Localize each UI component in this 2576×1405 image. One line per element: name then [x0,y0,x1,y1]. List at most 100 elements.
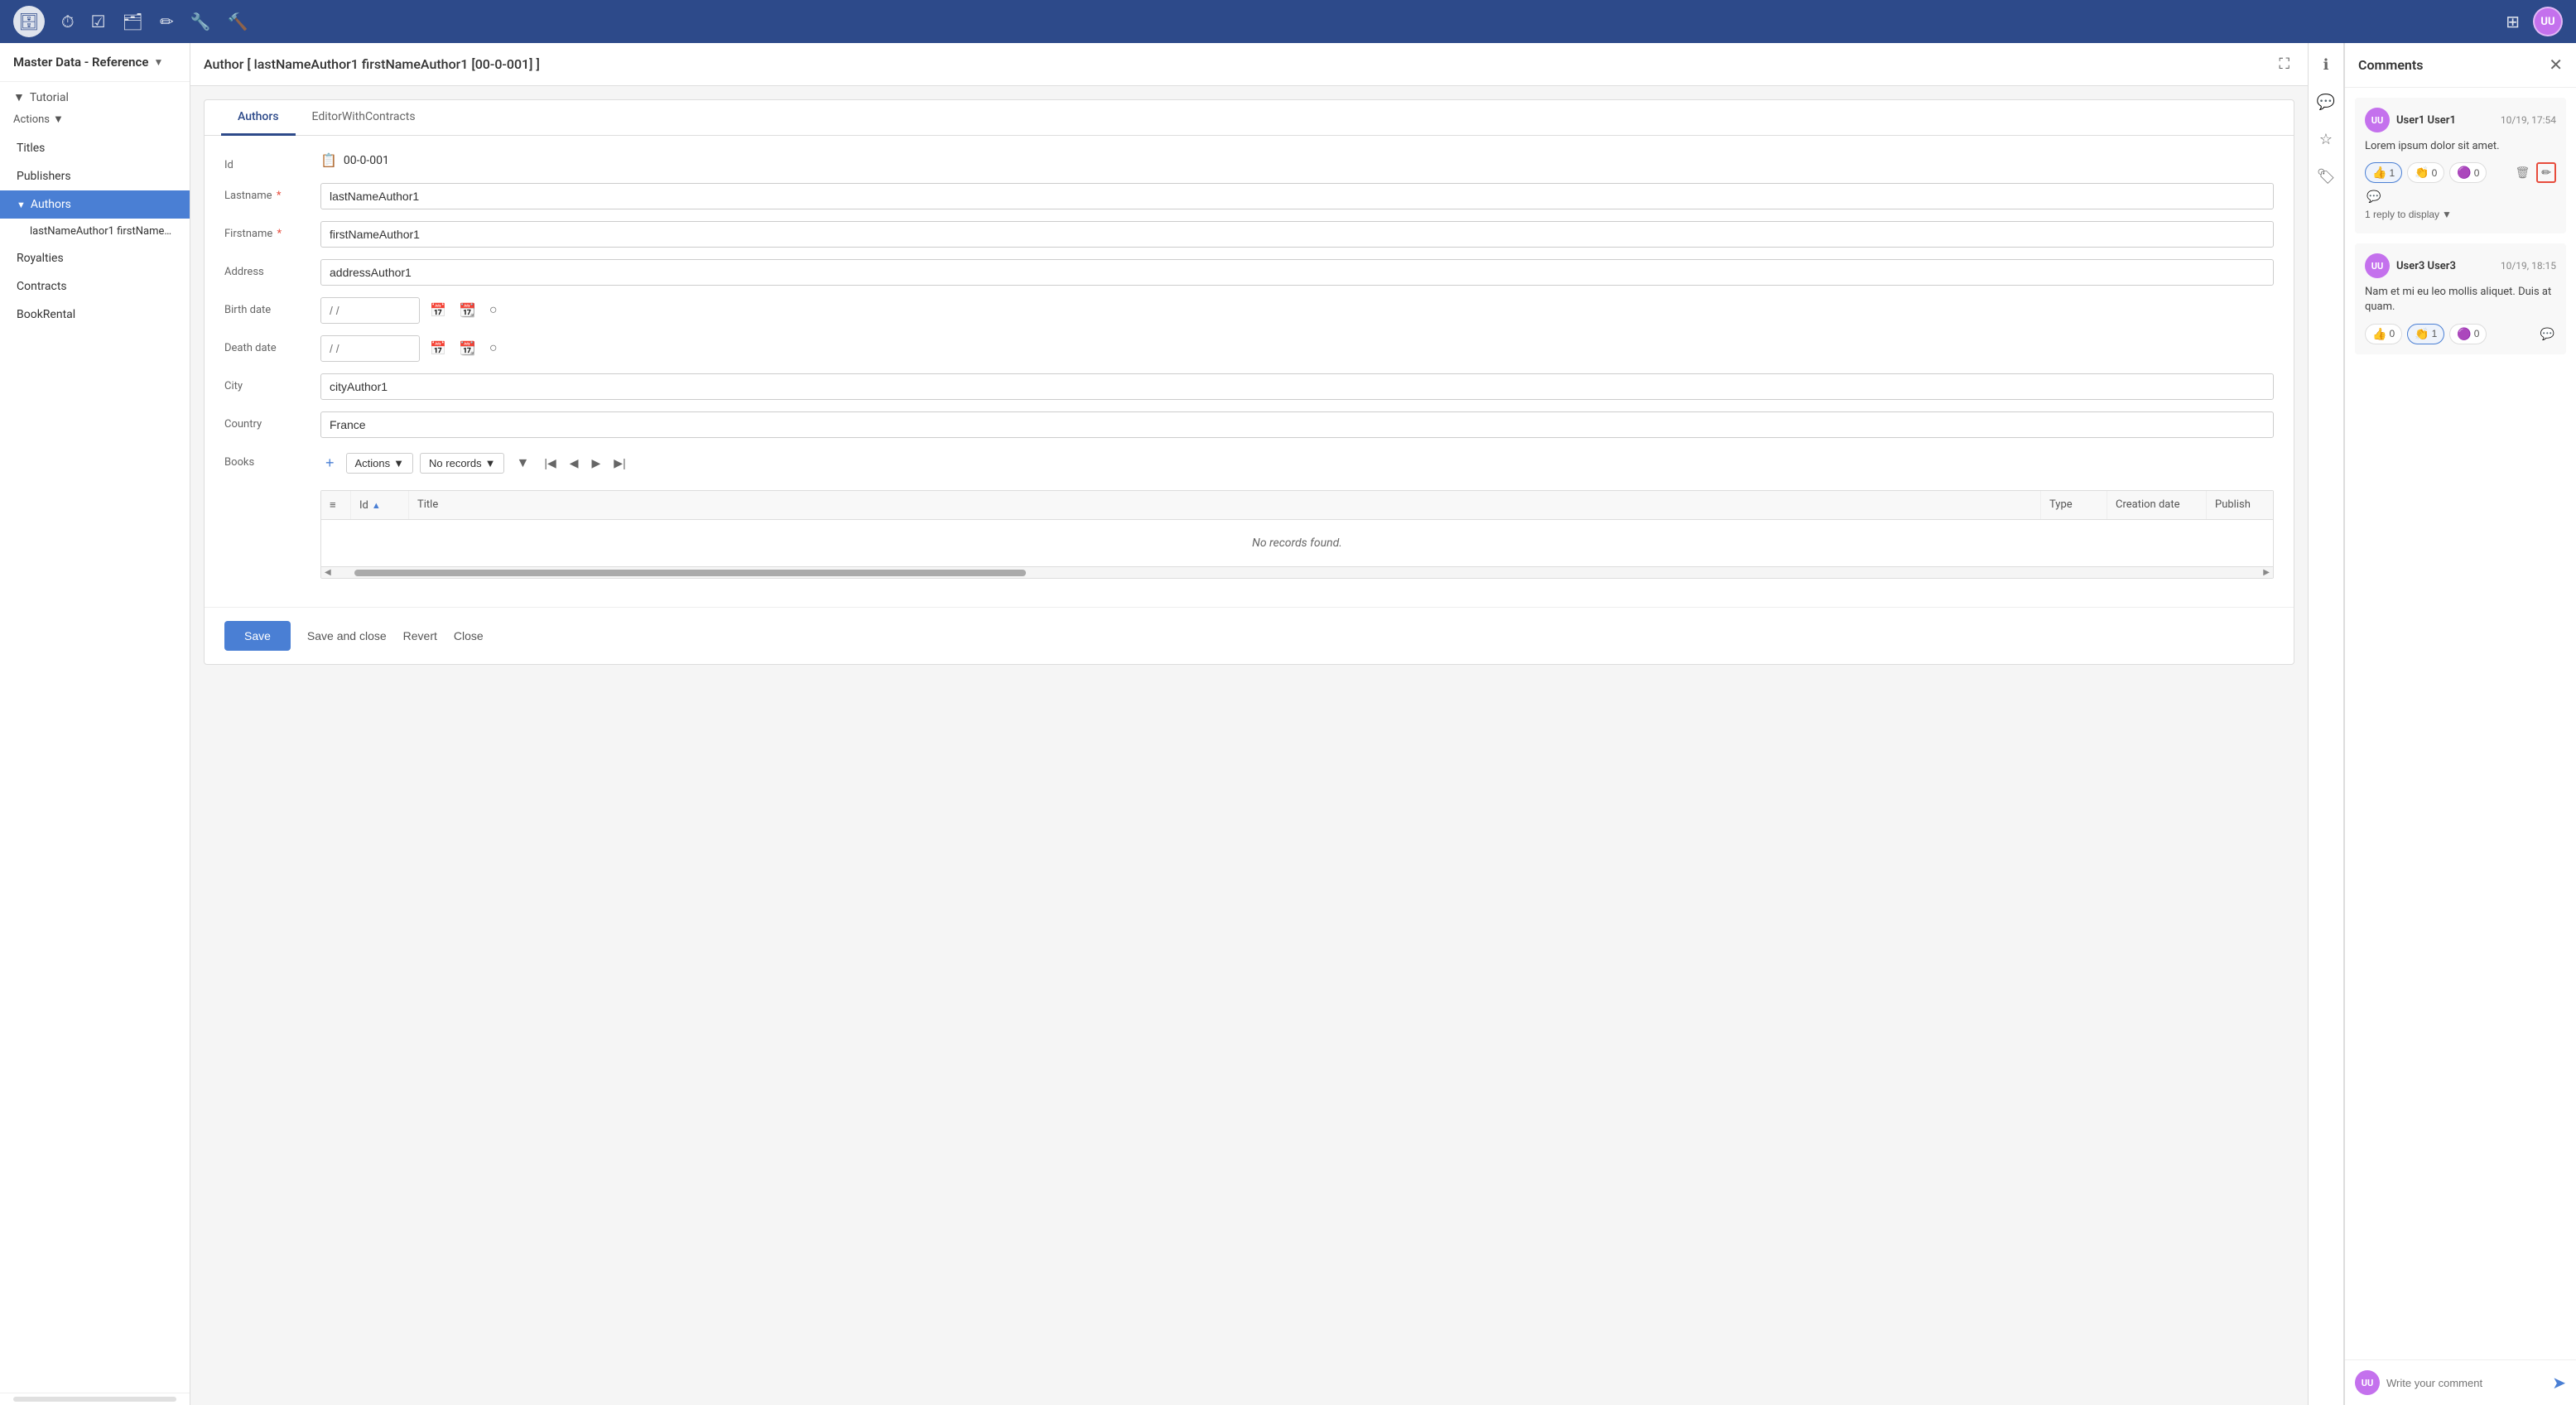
comment-reply-btn-1[interactable]: 💬 [2365,188,2382,205]
check-tasks-icon[interactable]: ☑ [91,12,106,31]
clap-icon-1: 👏 [2415,166,2429,180]
layers-icon[interactable]: 🗂 [123,12,143,31]
country-input[interactable] [320,411,2274,438]
emoji-count-1: 0 [2474,167,2480,179]
sidebar-item-contracts[interactable]: Contracts [0,272,190,301]
comment-avatar-1: UU [2365,108,2390,132]
books-prev-btn[interactable]: ◀ [566,455,582,472]
star-icon[interactable]: ☆ [2316,128,2336,152]
deathdate-calendar2-btn[interactable]: 📆 [456,337,479,360]
books-title-label: Title [417,498,438,511]
id-text: 00-0-001 [344,154,389,167]
books-col-publish[interactable]: Publish [2207,491,2273,519]
sidebar-item-bookrental[interactable]: BookRental [0,301,190,329]
field-books-label: Books [224,450,307,469]
books-first-btn[interactable]: |◀ [541,455,559,472]
sidebar-item-titles[interactable]: Titles [0,134,190,162]
books-col-date[interactable]: Creation date [2107,491,2207,519]
firstname-input[interactable] [320,221,2274,248]
books-scroll-left[interactable]: ◀ [321,568,335,577]
comment-item-2: UU User3 User3 10/19, 18:15 Nam et mi eu… [2355,243,2566,354]
books-records-label: No records [429,457,482,469]
sidebar-scrollbar[interactable] [13,1397,176,1402]
field-city-row: City [224,373,2274,400]
comment-replies-1[interactable]: 1 reply to display ▼ [2365,205,2452,224]
comment-icon[interactable]: 💬 [2314,90,2338,114]
sidebar-title: Master Data - Reference [13,55,148,70]
field-birthdate-wrapper: 📅 📆 ○ [320,297,2274,324]
sidebar-sub-item-author1[interactable]: lastNameAuthor1 firstNameAuthor1 [0... [0,219,190,244]
comment-delete-btn-1[interactable]: 🗑 [2513,164,2531,181]
books-scroll-right[interactable]: ▶ [2260,568,2273,577]
field-lastname-row: Lastname * [224,183,2274,209]
tag-icon[interactable]: 🏷 [2314,165,2339,189]
field-birthdate-label: Birth date [224,297,307,316]
expand-btn[interactable]: ⛶ [2274,51,2294,78]
books-last-btn[interactable]: ▶| [610,455,628,472]
field-firstname-label: Firstname * [224,221,307,240]
sidebar-item-authors[interactable]: ▼ Authors [0,190,190,219]
sidebar-item-royalties[interactable]: Royalties [0,244,190,272]
books-add-btn[interactable]: + [320,453,339,474]
sidebar-bookrental-label: BookRental [17,308,75,321]
books-date-label: Creation date [2116,498,2180,511]
user-avatar-btn[interactable]: UU [2533,7,2563,36]
id-copy-icon[interactable]: 📋 [320,152,337,168]
books-col-id[interactable]: Id ▲ [351,491,409,519]
database-icon[interactable]: 🗄 [13,6,45,37]
reaction-like-1[interactable]: 👍 1 [2365,162,2402,183]
comments-close-btn[interactable]: ✕ [2549,55,2563,75]
reaction-clap-2[interactable]: 👏 1 [2407,324,2444,344]
reaction-emoji-1[interactable]: 🟣 0 [2449,162,2487,183]
revert-button[interactable]: Revert [403,626,437,646]
comment-item-1: UU User1 User1 10/19, 17:54 Lorem ipsum … [2355,98,2566,233]
comment-edit-btn-1[interactable]: ✏ [2536,162,2556,183]
tool-icon[interactable]: 🔨 [228,12,248,31]
lastname-input[interactable] [320,183,2274,209]
wrench-icon[interactable]: 🔧 [190,12,211,31]
sidebar-actions-btn[interactable]: Actions ▼ [0,108,190,134]
birthdate-clear-btn[interactable]: ○ [486,300,501,321]
clock-icon[interactable]: ⏱ [61,12,75,31]
books-scrollbar-track[interactable] [338,570,2257,576]
deathdate-calendar-btn[interactable]: 📅 [426,337,450,360]
books-actions-btn[interactable]: Actions ▼ [346,453,414,474]
tab-authors[interactable]: Authors [221,100,296,136]
birthdate-input[interactable] [320,297,420,324]
sidebar-tutorial-section[interactable]: ▼ Tutorial [0,82,190,108]
books-records-btn[interactable]: No records ▼ [420,453,504,474]
books-col-title[interactable]: Title [409,491,2041,519]
main-layout: Master Data - Reference ▼ ▼ Tutorial Act… [0,43,2576,1405]
city-input[interactable] [320,373,2274,400]
comment-reply-icon-2[interactable]: 💬 [2539,325,2556,343]
books-col-type[interactable]: Type [2041,491,2107,519]
comment-text-2: Nam et mi eu leo mollis aliquet. Duis at… [2365,285,2556,315]
sidebar-item-publishers[interactable]: Publishers [0,162,190,190]
info-icon[interactable]: ℹ [2320,53,2333,77]
address-input[interactable] [320,259,2274,286]
grid-icon[interactable]: ⊞ [2506,12,2520,31]
reaction-like-2[interactable]: 👍 0 [2365,324,2402,344]
save-close-button[interactable]: Save and close [307,626,387,646]
books-filter-btn[interactable]: ▼ [511,455,534,473]
deathdate-clear-btn[interactable]: ○ [486,338,501,359]
field-lastname-label: Lastname * [224,183,307,202]
comment-input-field[interactable] [2386,1377,2545,1389]
field-city-label: City [224,373,307,392]
field-country-wrapper [320,411,2274,438]
comment-send-btn[interactable]: ➤ [2552,1373,2566,1393]
tab-editorwithcontracts[interactable]: EditorWithContracts [296,100,432,136]
books-next-btn[interactable]: ▶ [589,455,604,472]
sidebar-header[interactable]: Master Data - Reference ▼ [0,43,190,82]
birthdate-calendar-btn[interactable]: 📅 [426,299,450,322]
save-button[interactable]: Save [224,621,291,651]
comment-text-1: Lorem ipsum dolor sit amet. [2365,139,2556,154]
birthdate-calendar2-btn[interactable]: 📆 [456,299,479,322]
reaction-clap-1[interactable]: 👏 0 [2407,162,2444,183]
comment-author-1: User1 User1 [2396,114,2494,127]
deathdate-input[interactable] [320,335,420,362]
close-button[interactable]: Close [454,626,484,646]
field-firstname-row: Firstname * [224,221,2274,248]
reaction-emoji-2[interactable]: 🟣 0 [2449,324,2487,344]
edit-check-icon[interactable]: ✏ [160,12,174,31]
